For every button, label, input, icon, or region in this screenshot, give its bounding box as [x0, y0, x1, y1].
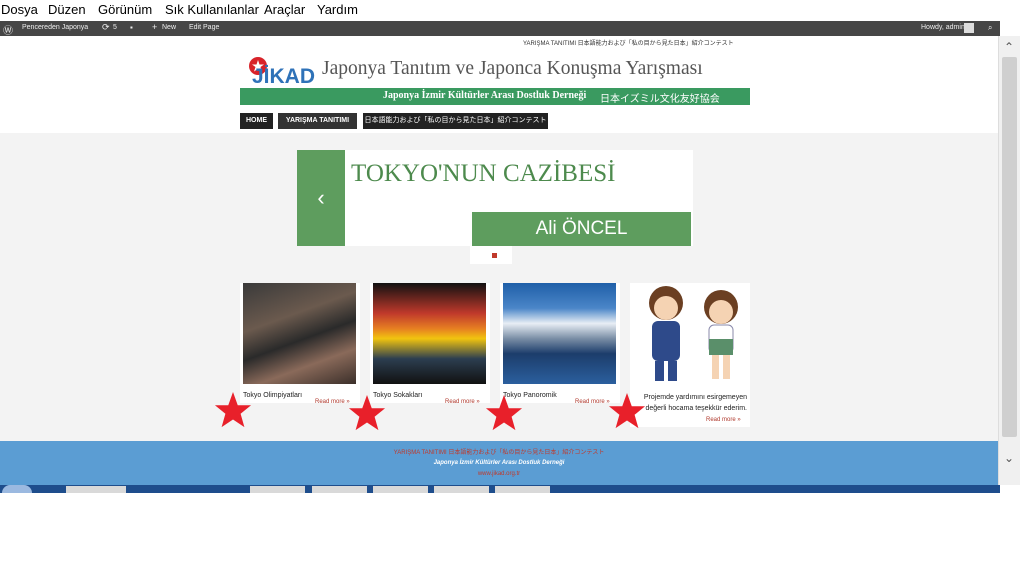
taskbar-item[interactable]	[66, 486, 126, 493]
avatar[interactable]	[964, 23, 974, 33]
scroll-down-icon[interactable]: ⌄	[1004, 451, 1014, 465]
taskbar-item[interactable]	[495, 486, 550, 493]
star-marker	[485, 394, 523, 431]
taskbar-item[interactable]	[312, 486, 367, 493]
card-thanks[interactable]: Projemde yardımını esirgemeyen değerli h…	[630, 283, 750, 427]
footer-association: Japonya İzmir Kültürler Arası Dostluk De…	[433, 460, 565, 466]
slider-prev-button[interactable]: ‹	[297, 150, 345, 246]
read-more-link[interactable]: Read more »	[706, 417, 741, 423]
site-title: Japonya Tanıtım ve Japonca Konuşma Yarış…	[322, 58, 703, 79]
footer-links[interactable]: YARIŞMA TANITIMI 日本語能力および「私の目から見た日本」紹介コン…	[0, 447, 998, 456]
comments-icon[interactable]: ▪	[130, 23, 133, 32]
bowing-people-illustration[interactable]	[633, 283, 746, 384]
logo-text[interactable]: JİKAD	[252, 65, 315, 89]
logo-area: JİKAD Japonya Tanıtım ve Japonca Konuşma…	[240, 53, 750, 105]
read-more-link[interactable]: Read more »	[445, 399, 480, 405]
admin-site-link[interactable]: Pencereden Japonya	[22, 24, 88, 31]
taskbar	[0, 485, 1000, 493]
menu-file[interactable]: Dosya	[1, 2, 38, 17]
nav-home[interactable]: HOME	[240, 113, 273, 129]
start-button[interactable]	[2, 485, 32, 493]
edit-page-link[interactable]: Edit Page	[189, 24, 219, 31]
star-marker	[348, 394, 386, 431]
star-marker	[214, 391, 252, 428]
taskbar-item[interactable]	[373, 486, 428, 493]
page-viewport: YARIŞMA TANITIMI 日本語能力および「私の目から見た日本」紹介コン…	[0, 36, 998, 485]
streets-photo[interactable]	[373, 283, 486, 384]
association-bar: Japonya İzmir Kültürler Arası Dostluk De…	[240, 88, 750, 105]
vertical-scrollbar[interactable]: ⌃ ⌄	[998, 36, 1020, 485]
howdy-link[interactable]: Howdy, admin	[921, 24, 965, 31]
read-more-link[interactable]: Read more »	[315, 399, 350, 405]
nav-yarisma[interactable]: YARIŞMA TANITIMI	[278, 113, 357, 129]
menu-edit[interactable]: Düzen	[48, 2, 86, 17]
wordpress-icon[interactable]: Ⓦ	[3, 22, 13, 37]
menu-tools[interactable]: Araçlar	[264, 2, 305, 17]
admin-bar: Ⓦ Pencereden Japonya ⟳ 5 ▪ + New Edit Pa…	[0, 21, 1000, 37]
updates-count: 5	[113, 24, 117, 31]
card-caption[interactable]: Projemde yardımını esirgemeyen değerli h…	[633, 392, 747, 414]
slider: ‹ TOKYO'NUN CAZİBESİ Ali ÖNCEL	[297, 150, 693, 246]
footer-url[interactable]: www.jikad.org.tr	[0, 471, 998, 477]
association-name-jp: 日本イズミル文化友好協会	[600, 94, 720, 105]
read-more-link[interactable]: Read more »	[575, 399, 610, 405]
menu-help[interactable]: Yardım	[317, 2, 358, 17]
slider-dot[interactable]	[492, 253, 497, 258]
taskbar-item[interactable]	[250, 486, 305, 493]
menu-view[interactable]: Görünüm	[98, 2, 152, 17]
top-links[interactable]: YARIŞMA TANITIMI 日本語能力および「私の目から見た日本」紹介コン…	[523, 38, 734, 47]
card-streets[interactable]: Tokyo Sokakları Read more »	[370, 283, 490, 405]
search-icon[interactable]: ⌕	[988, 23, 992, 33]
slide-author: Ali ÖNCEL	[472, 212, 691, 246]
star-marker	[608, 392, 646, 429]
slider-tab	[470, 246, 512, 264]
card-olympics[interactable]: Tokyo Olimpiyatları Read more »	[240, 283, 360, 405]
fuji-photo[interactable]	[503, 283, 616, 384]
slide-title: TOKYO'NUN CAZİBESİ	[351, 160, 616, 187]
association-name: Japonya İzmir Kültürler Arası Dostluk De…	[383, 90, 587, 101]
taskbar-item[interactable]	[434, 486, 489, 493]
updates-icon[interactable]: ⟳	[102, 22, 110, 33]
card-panoramic[interactable]: Tokyo Panoromik Read more »	[500, 283, 620, 405]
menu-favorites[interactable]: Sık Kullanılanlar	[165, 2, 259, 17]
plus-icon: +	[152, 22, 158, 32]
site-footer: YARIŞMA TANITIMI 日本語能力および「私の目から見た日本」紹介コン…	[0, 441, 998, 485]
scroll-up-icon[interactable]: ⌃	[1004, 40, 1014, 54]
site-header: YARIŞMA TANITIMI 日本語能力および「私の目から見た日本」紹介コン…	[0, 36, 998, 133]
new-link[interactable]: New	[162, 24, 176, 31]
olympics-photo[interactable]	[243, 283, 356, 384]
browser-menu-bar: Dosya Düzen Görünüm Sık Kullanılanlar Ar…	[0, 0, 1020, 21]
scroll-thumb[interactable]	[1002, 57, 1017, 437]
nav-contest[interactable]: 日本語能力および「私の目から見た日本」紹介コンテスト	[363, 113, 548, 129]
